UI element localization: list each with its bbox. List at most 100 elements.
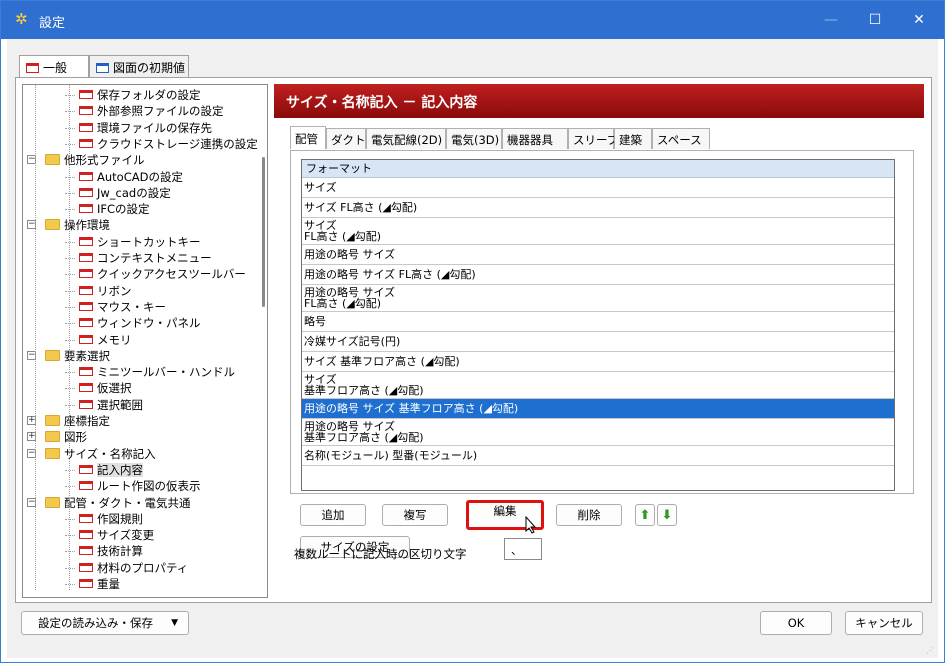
arrow-up-icon: ⬆ [639,508,651,523]
tab-general[interactable]: 一般 [19,55,89,78]
tree-item[interactable]: メモリ [65,332,132,348]
subtab-4[interactable]: 機器器具 [502,128,568,149]
tree-folder[interactable]: + 図形 [27,429,87,445]
tree-connector [65,518,75,520]
move-down-button[interactable]: ⬇ [657,504,677,526]
subtab-0[interactable]: 配管 [290,126,326,149]
tree-item[interactable]: IFCの設定 [65,201,150,217]
tree-connector [65,388,75,390]
subtab-2[interactable]: 電気配線(2D) [366,128,446,149]
separator-input[interactable]: 、 [504,538,542,560]
list-row[interactable]: 用途の略号 サイズ FL高さ (◢勾配) [302,285,894,312]
page-icon [79,236,93,246]
folder-icon [45,154,60,166]
list-row[interactable]: 用途の略号 サイズ 基準フロア高さ (◢勾配) [302,399,894,419]
tree-scrollbar-thumb[interactable] [262,157,265,307]
tree-item[interactable]: 保存フォルダの設定 [65,87,201,103]
tree-connector [65,209,75,211]
tree-item[interactable]: マウス・キー [65,299,166,315]
list-row[interactable]: サイズ 基準フロア高さ (◢勾配) [302,352,894,372]
ok-button[interactable]: OK [760,611,832,635]
resize-grip-icon[interactable]: ⋰ [926,646,936,656]
tree-item-label: クイックアクセスツールバー [97,267,246,282]
tree-item[interactable]: 仮選択 [65,380,132,396]
copy-button[interactable]: 複写 [382,504,448,526]
subtab-3[interactable]: 電気(3D) [446,128,502,149]
tree-item[interactable]: 技術計算 [65,543,143,559]
edit-button-label: 編集 [493,504,517,518]
tree-item[interactable]: ルート作図の仮表示 [65,478,201,494]
tree-connector [65,372,75,374]
list-header: フォーマット [302,160,894,178]
list-row-text: FL高さ (◢勾配) [304,297,381,310]
delete-button[interactable]: 削除 [556,504,622,526]
tree-folder[interactable]: − サイズ・名称記入 [27,446,156,462]
tree-item[interactable]: 外部参照ファイルの設定 [65,103,224,119]
tree-item[interactable]: 環境ファイルの保存先 [65,120,212,136]
tree-item[interactable]: Jw_cadの設定 [65,185,171,201]
tree-item[interactable]: AutoCADの設定 [65,169,183,185]
tree-item[interactable]: ショートカットキー [65,234,201,250]
tree-item[interactable]: 選択範囲 [65,397,143,413]
list-row[interactable]: 冷媒サイズ記号(円) [302,332,894,352]
tree-folder[interactable]: − 他形式ファイル [27,152,145,168]
list-row[interactable]: 用途の略号 サイズ [302,245,894,265]
list-row-text: FL高さ (◢勾配) [304,230,381,243]
tree-item-label: ウィンドウ・パネル [97,316,201,331]
maximize-button[interactable]: ☐ [853,1,897,39]
tree-item[interactable]: クイックアクセスツールバー [65,266,246,282]
add-button[interactable]: 追加 [300,504,366,526]
tree-item-label: マウス・キー [97,299,166,314]
tree-folder[interactable]: − 要素選択 [27,348,110,364]
move-up-button[interactable]: ⬆ [635,504,655,526]
list-row-text: 基準フロア高さ (◢勾配) [304,431,424,444]
list-row[interactable]: サイズ [302,178,894,198]
page-icon [79,546,93,556]
tree-item-label: Jw_cadの設定 [97,185,171,200]
tab-drawing-defaults[interactable]: 図面の初期値 [89,55,189,77]
tree-item[interactable]: クラウドストレージ連携の設定 [65,136,258,152]
tree-folder[interactable]: − 配管・ダクト・電気共通 [27,495,191,511]
tree-item-label: 外部参照ファイルの設定 [97,104,224,119]
tree-item[interactable]: 材料のプロパティ [65,560,188,576]
list-row[interactable]: 用途の略号 サイズ 基準フロア高さ (◢勾配) [302,419,894,446]
tree-item[interactable]: ミニツールバー・ハンドル [65,364,235,380]
tree-item-label: IFCの設定 [97,202,150,217]
tree-guide [35,85,36,590]
list-row[interactable]: 略号 [302,312,894,332]
minimize-button[interactable]: — [809,1,853,39]
tree-folder[interactable]: + 座標指定 [27,413,110,429]
subtab-7[interactable]: スペース [652,128,710,149]
tree-item-label: 選択範囲 [97,397,143,412]
subtab-1[interactable]: ダクト [326,128,366,149]
tree-item[interactable]: 作図規則 [65,511,143,527]
page-icon [26,63,39,73]
page-icon [96,63,109,73]
tree-item[interactable]: コンテキストメニュー [65,250,212,266]
tree-item[interactable]: ウィンドウ・パネル [65,315,201,331]
settings-tree[interactable]: 保存フォルダの設定 外部参照ファイルの設定 環境ファイルの保存先 クラウドストレージ連… [22,84,268,598]
list-row[interactable]: 名称(モジュール) 型番(モジュール) [302,446,894,466]
tree-connector [65,584,75,585]
tree-item[interactable]: 記入内容 [65,462,143,478]
tree-item[interactable]: 重量 [65,576,120,592]
tree-item-label: 操作環境 [64,218,110,233]
list-row[interactable]: サイズ 基準フロア高さ (◢勾配) [302,372,894,399]
tree-folder[interactable]: − 操作環境 [27,217,110,233]
tree-item-label: 環境ファイルの保存先 [97,120,212,135]
subtab-5[interactable]: スリーブ [568,128,618,149]
list-row[interactable]: 用途の略号 サイズ FL高さ (◢勾配) [302,265,894,285]
cancel-button[interactable]: キャンセル [845,611,923,635]
list-row[interactable]: サイズ FL高さ (◢勾配) [302,218,894,245]
subtab-6[interactable]: 建築 [614,128,652,149]
close-button[interactable]: ✕ [897,1,941,39]
format-list[interactable]: フォーマット サイズ サイズ FL高さ (◢勾配) サイズ FL高さ (◢勾配) 用途の… [301,159,895,491]
tree-item[interactable]: リボン [65,283,132,299]
load-save-button[interactable]: 設定の読み込み・保存 ▼ [21,611,189,635]
tree-connector [65,143,75,145]
tree-connector [65,567,75,569]
tree-item[interactable]: サイズ変更 [65,527,154,543]
page-icon [79,367,93,377]
page-icon [79,301,93,311]
list-row[interactable]: サイズ FL高さ (◢勾配) [302,198,894,218]
